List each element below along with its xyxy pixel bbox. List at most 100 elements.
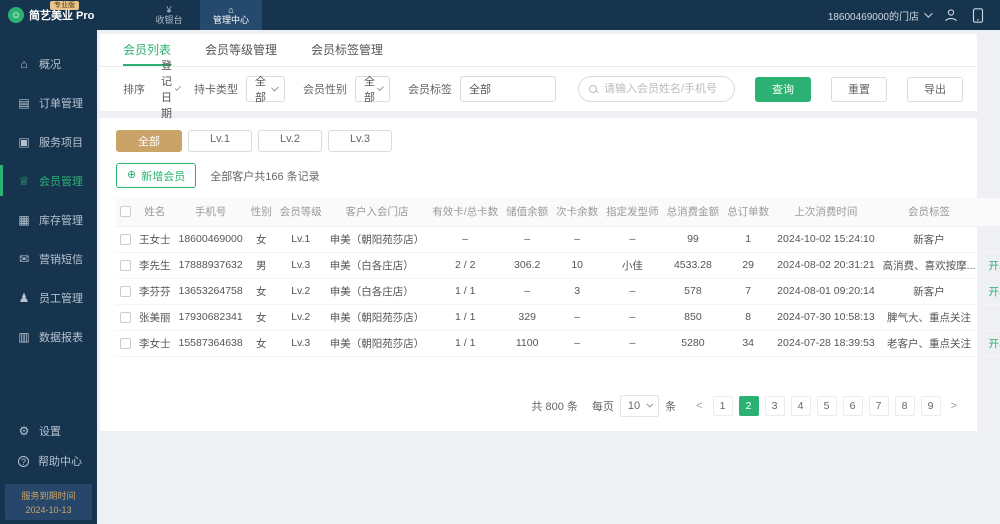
inventory-icon: ▦ [18,212,30,227]
page-button-9[interactable]: 9 [920,395,941,416]
level-chip[interactable]: 全部 [116,130,182,152]
cell-member-tags: 脾气大、重点关注 [878,304,980,331]
sidebar-item-inventory[interactable]: ▦ 库存管理 [0,200,97,239]
cell-phone: 18600469000 [174,226,247,253]
sidebar-item-settings[interactable]: ⚙ 设置 [0,416,97,446]
sidebar-item-label: 订单管理 [39,97,83,110]
record-count: 全部客户共166 条记录 [210,170,320,183]
service-icon: ▣ [18,134,30,149]
row-actions: 开单详情 [979,304,1000,331]
top-tab-admin-center[interactable]: ⌂ 管理中心 [200,0,262,30]
search-box[interactable] [578,76,735,102]
page-button-4[interactable]: 4 [790,395,811,416]
add-member-button[interactable]: ⊕ 新增会员 [116,163,197,188]
sidebar-item-overview[interactable]: ⌂ 概况 [0,44,97,83]
page-button-2[interactable]: 2 [738,395,759,416]
row-checkbox[interactable] [120,311,131,323]
store-selector[interactable]: 18600469000的门店 [828,8,933,23]
cell-balance: 1100 [502,330,553,357]
per-page-control: 每页 10 条 [592,394,677,417]
sort-select[interactable]: 登记日期 [153,60,186,120]
card-type-select-value: 全部 [255,76,266,104]
per-page-suffix: 条 [665,400,677,413]
cell-store: 申美（朝阳苑莎店） [325,330,429,357]
action-link[interactable]: 开单 [988,286,1000,298]
card-type-label: 持卡类型 [194,84,238,96]
page-button-1[interactable]: 1 [712,395,733,416]
action-link[interactable]: 开单 [988,260,1000,272]
member-tag-input[interactable] [460,76,556,102]
column-header: 总消费金额 [662,198,724,227]
cell-phone: 17930682341 [174,304,247,331]
cell-last-purchase-time: 2024-10-02 15:24:10 [773,226,879,253]
column-header: 性别 [246,198,276,227]
sidebar-item-help-center[interactable]: ? 帮助中心 [0,446,97,476]
sort-select-value: 登记日期 [161,60,172,120]
row-actions: 开单充值详情 [979,278,1000,305]
main-content: 会员列表 会员等级管理 会员标签管理 排序 登记日期 持卡类型 全部 会员性别 … [97,30,1000,524]
cell-member-tags: 新客户 [878,226,980,253]
page-button-3[interactable]: 3 [764,395,785,416]
gender-select[interactable]: 全部 [355,76,390,104]
per-page-select[interactable]: 10 [619,394,660,417]
gender-label: 会员性别 [303,84,347,96]
sidebar-item-label: 设置 [39,426,61,438]
page-button-5[interactable]: 5 [816,395,837,416]
cell-total-spend: 99 [662,226,724,253]
sidebar-item-staff[interactable]: ♟ 员工管理 [0,278,97,317]
prev-page-button[interactable]: < [692,400,706,412]
cell-stylist: – [602,226,663,253]
phone-icon[interactable] [972,7,984,23]
sidebar-item-label: 会员管理 [39,175,83,188]
reset-button[interactable]: 重置 [831,76,887,102]
table-row: 李女士 15587364638 女 Lv.3 申美（朝阳苑莎店） 1 / 1 1… [116,330,1000,357]
top-tab-label: 收银台 [155,14,183,25]
sidebar-item-orders[interactable]: ▤ 订单管理 [0,83,97,122]
page-numbers: 123456789 [712,395,941,416]
row-checkbox-cell [116,304,135,331]
select-all-checkbox[interactable] [120,206,131,218]
row-checkbox[interactable] [120,285,131,297]
page-button-6[interactable]: 6 [842,395,863,416]
cell-balance: – [502,278,553,305]
column-header: 总订单数 [723,198,774,227]
next-page-button[interactable]: > [947,400,961,412]
row-checkbox[interactable] [120,259,131,271]
card-type-select[interactable]: 全部 [246,76,285,104]
export-button[interactable]: 导出 [907,76,963,102]
sidebar-item-sms[interactable]: ✉ 营销短信 [0,239,97,278]
page-button-8[interactable]: 8 [894,395,915,416]
top-tabs: ¥ 收银台 ⌂ 管理中心 [138,0,262,30]
cell-last-purchase-time: 2024-07-30 10:58:13 [773,304,879,331]
user-icon[interactable] [944,8,958,22]
tab-member-levels[interactable]: 会员等级管理 [205,34,277,66]
tab-member-tags[interactable]: 会员标签管理 [311,34,383,66]
cell-times-remaining: – [552,330,603,357]
cell-times-remaining: – [552,226,603,253]
cell-level: Lv.3 [275,330,326,357]
query-button[interactable]: 查询 [755,76,811,102]
level-chip[interactable]: Lv.1 [188,130,252,152]
sidebar-item-members[interactable]: ♕ 会员管理 [0,161,97,200]
level-chip[interactable]: Lv.2 [257,130,322,152]
cell-stylist: 小佳 [602,252,663,279]
page-button-7[interactable]: 7 [868,395,889,416]
cell-name: 王女士 [135,226,175,253]
cell-store: 申美（白各庄店） [325,278,429,305]
member-tag-label: 会员标签 [408,84,452,96]
sidebar-item-reports[interactable]: ▥ 数据报表 [0,317,97,356]
level-chip[interactable]: Lv.3 [327,130,392,152]
add-member-icon: ⊕ [127,169,137,181]
cell-phone: 17888937632 [174,252,247,279]
sidebar-item-services[interactable]: ▣ 服务项目 [0,122,97,161]
cell-stylist: – [602,330,663,357]
sidebar-item-label: 营销短信 [39,253,83,266]
action-link[interactable]: 开单 [988,338,1000,350]
row-checkbox[interactable] [120,233,131,245]
header-checkbox-cell [116,198,135,227]
search-input[interactable] [604,83,724,95]
row-checkbox[interactable] [120,337,131,349]
top-tab-cashier[interactable]: ¥ 收银台 [138,0,200,30]
cell-cards: 1 / 1 [428,304,503,331]
chevron-down-icon [376,84,384,92]
